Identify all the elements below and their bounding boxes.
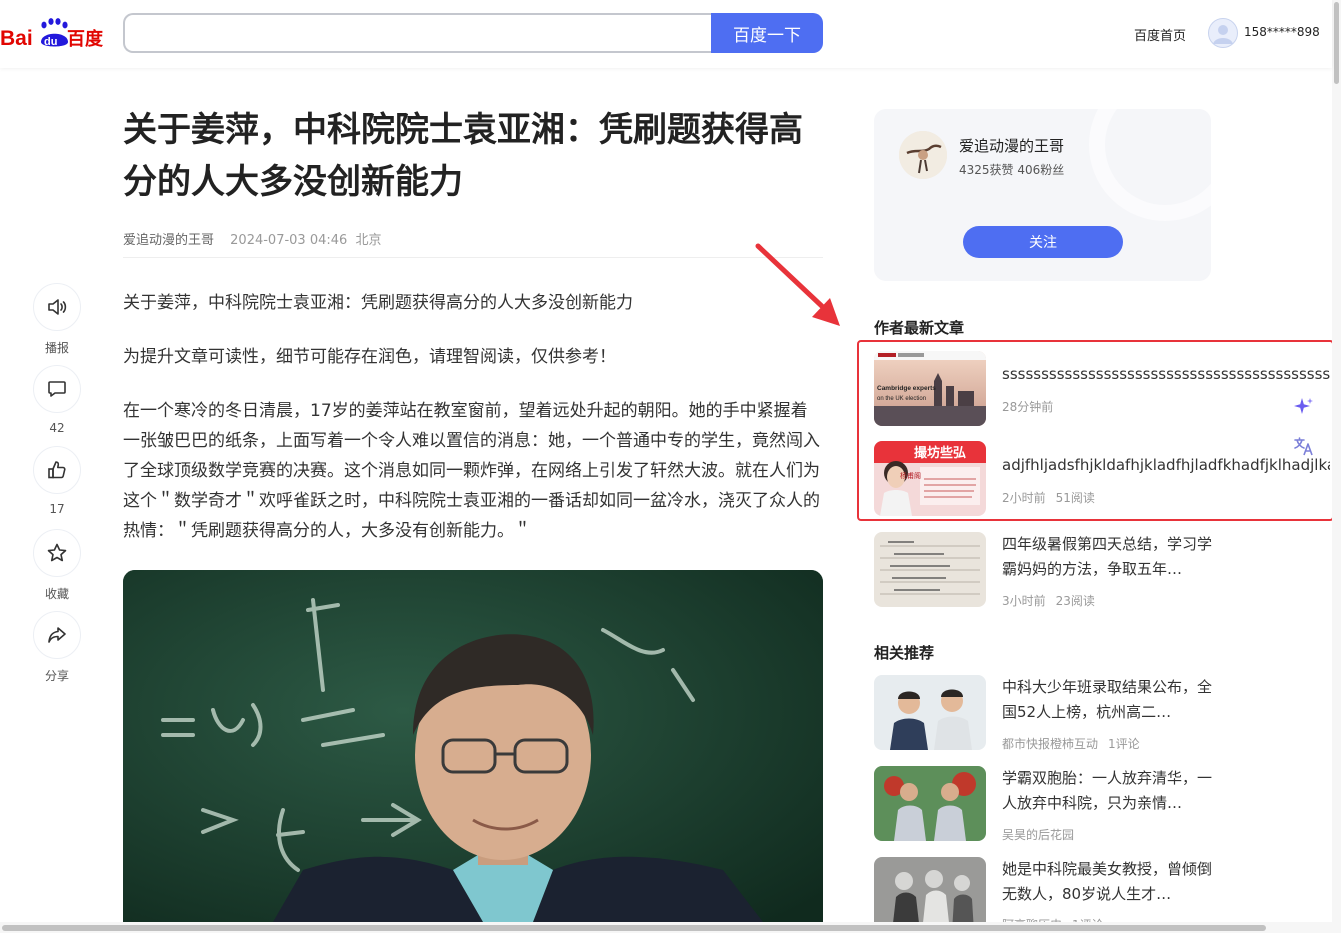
share-action[interactable]: 分享	[33, 611, 81, 684]
related-heading: 相关推荐	[874, 644, 935, 662]
article-paragraph: 为提升文章可读性，细节可能存在润色，请理智阅读，仅供参考！	[123, 347, 616, 367]
like-icon	[48, 461, 66, 479]
latest-reads-3: 23阅读	[1055, 594, 1095, 608]
latest-time-3: 3小时前	[1002, 594, 1046, 608]
thumb1-line1: Cambridge experts	[877, 385, 936, 392]
listen-label: 播报	[44, 341, 69, 355]
author-card: 爱追动漫的王哥 4325获赞 406粉丝 关注	[874, 109, 1211, 281]
share-icon	[48, 627, 66, 643]
latest-title-3[interactable]: 四年级暑假第四天总结，学习学霸妈妈的方法，争取五年…	[1002, 532, 1212, 582]
article-date: 2024-07-03 04:46	[230, 233, 348, 248]
latest-title-2[interactable]: adjfhljadsfhjkldafhjkladfhjladfkhadfjklh…	[1002, 453, 1330, 478]
author-name[interactable]: 爱追动漫的王哥	[959, 135, 1064, 156]
share-label: 分享	[44, 669, 69, 683]
speaker-icon	[48, 299, 67, 315]
comment-count: 42	[49, 421, 65, 435]
like-count: 17	[49, 502, 65, 516]
latest-thumb-3[interactable]	[874, 532, 986, 607]
card-decoration	[1089, 109, 1211, 221]
red-arrow-annotation	[755, 243, 840, 326]
thumb1-line2: on the UK election	[877, 396, 926, 402]
share-button[interactable]	[33, 611, 81, 659]
ai-assistant-button[interactable]	[1288, 391, 1320, 423]
article-location: 北京	[355, 233, 382, 248]
translate-button[interactable]	[1288, 430, 1320, 462]
related-source-2: 吴昊的后花园	[1002, 828, 1075, 842]
related-title-1[interactable]: 中科大少年班录取结果公布，全国52人上榜，杭州高二…	[1002, 675, 1212, 725]
article-author[interactable]: 爱追动漫的王哥	[123, 233, 214, 248]
favorite-label: 收藏	[44, 587, 69, 601]
article-title: 关于姜萍，中科院院士袁亚湘：凭刷题获得高分的人大多没创新能力	[123, 110, 803, 202]
listen-action[interactable]: 播报	[33, 283, 81, 356]
article-meta: 爱追动漫的王哥 2024-07-03 04:46 北京	[123, 229, 381, 248]
latest-time-1: 28分钟前	[1002, 400, 1054, 414]
related-title-3[interactable]: 她是中科院最美女教授，曾倾倒无数人，80岁说人生才…	[1002, 857, 1212, 907]
horizontal-scroll-thumb[interactable]	[2, 925, 1266, 931]
related-thumb-2[interactable]	[874, 766, 986, 841]
comment-button[interactable]	[33, 365, 81, 413]
follow-button[interactable]: 关注	[963, 226, 1123, 258]
latest-meta-2: 2小时前 51阅读	[1002, 489, 1095, 506]
baidu-home-link[interactable]: 百度首页	[1134, 25, 1186, 44]
latest-meta-1: 28分钟前	[1002, 398, 1053, 415]
baidu-logo[interactable]: Bai du 百度	[0, 14, 110, 50]
latest-articles-heading: 作者最新文章	[874, 319, 965, 337]
svg-text:du: du	[44, 36, 57, 48]
svg-text:百度: 百度	[67, 28, 104, 50]
related-count-1: 1评论	[1108, 737, 1140, 751]
author-stats: 4325获赞 406粉丝	[959, 163, 1065, 177]
related-source-1: 都市快报橙柿互动	[1002, 737, 1099, 751]
user-avatar[interactable]	[1208, 18, 1238, 48]
comment-icon	[48, 381, 66, 397]
article-paragraph: 关于姜萍，中科院院士袁亚湘：凭刷题获得高分的人大多没创新能力	[123, 293, 633, 313]
title-divider	[123, 257, 823, 258]
svg-text:Bai: Bai	[0, 27, 33, 50]
comment-action[interactable]: 42	[33, 365, 81, 435]
user-name[interactable]: 158*****898	[1244, 25, 1320, 39]
related-meta-1: 都市快报橙柿互动 1评论	[1002, 735, 1140, 752]
search-button[interactable]: 百度一下	[711, 13, 823, 53]
latest-title-1[interactable]: ssssssssssssssssssssssssssssssssssssssss…	[1002, 362, 1330, 387]
latest-thumb-1[interactable]: Cambridge experts on the UK election	[874, 351, 986, 426]
favorite-action[interactable]: 收藏	[33, 529, 81, 602]
listen-button[interactable]	[33, 283, 81, 331]
thumb2-sub: 杨甫阁	[900, 471, 921, 480]
vertical-scroll-thumb[interactable]	[1334, 2, 1339, 84]
related-thumb-1[interactable]	[874, 675, 986, 750]
article-hero-image	[123, 570, 823, 922]
latest-reads-2: 51阅读	[1055, 491, 1095, 505]
like-action[interactable]: 17	[33, 446, 81, 516]
search-input[interactable]	[123, 13, 732, 53]
author-avatar[interactable]	[899, 131, 947, 179]
translate-icon	[1294, 437, 1313, 456]
related-title-2[interactable]: 学霸双胞胎：一人放弃清华，一人放弃中科院，只为亲情…	[1002, 766, 1212, 816]
article-paragraph: 在一个寒冷的冬日清晨，17岁的姜萍站在教室窗前，望着远处升起的朝阳。她的手中紧握…	[123, 401, 820, 541]
like-button[interactable]	[33, 446, 81, 494]
related-meta-2: 吴昊的后花园	[1002, 826, 1074, 843]
latest-thumb-2[interactable]: 撮坊些弘 杨甫阁	[874, 441, 986, 516]
vertical-scrollbar[interactable]	[1332, 0, 1341, 933]
star-icon	[47, 543, 67, 562]
user-avatar-icon	[1213, 25, 1233, 44]
latest-time-2: 2小时前	[1002, 491, 1046, 505]
latest-meta-3: 3小时前 23阅读	[1002, 592, 1095, 609]
thumb2-banner: 撮坊些弘	[914, 445, 966, 461]
top-header: Bai du 百度 百度一下 百度首页 158*****898	[0, 0, 1332, 68]
related-thumb-3[interactable]	[874, 857, 986, 932]
favorite-button[interactable]	[33, 529, 81, 577]
sparkle-icon	[1294, 398, 1313, 414]
